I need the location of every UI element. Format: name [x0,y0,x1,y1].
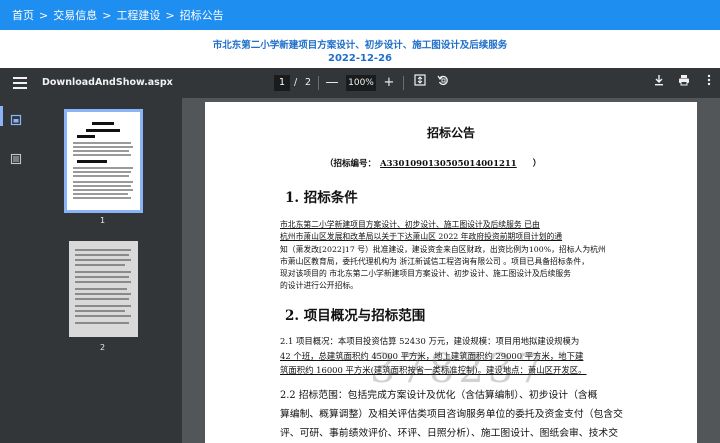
tender-number-value: A3301090130505014001211 [380,159,517,169]
thumb-line [73,142,131,144]
breadcrumb-separator: > [39,8,49,22]
thumb-line [73,175,129,177]
thumb-line [92,122,114,125]
thumb-line [73,197,131,199]
breadcrumb-separator: > [102,8,112,22]
download-icon[interactable] [650,73,668,93]
thumb-line [73,171,131,173]
page-thumbnail-2[interactable] [69,241,138,337]
page-thumbnail-1[interactable] [64,109,143,213]
thumb-line [73,181,133,183]
text-line: 评、可研、事前绩效评价、环评、日照分析）、施工图设计、图纸会审、技术交 [280,428,618,439]
tender-number-suffix: ） [532,159,542,169]
notice-title: 市北东第二小学新建项目方案设计、初步设计、施工图设计及后续服务 [212,40,508,51]
thumb-line [75,310,125,312]
toolbar-divider [403,76,404,90]
thumb-line [77,135,95,138]
thumb-line [77,160,107,163]
thumb-line [73,193,128,195]
page-watermark: 378237 [370,346,547,392]
notice-date: 2022-12-26 [328,53,392,64]
thumb-line [75,322,129,324]
thumb-line [73,167,133,169]
more-vert-icon[interactable] [700,73,718,93]
print-icon[interactable] [675,73,693,93]
thumb-line [75,288,127,290]
pdf-sidebar [0,98,32,443]
notice-header: 市北东第二小学新建项目方案设计、初步设计、施工图设计及后续服务 2022-12-… [0,30,720,66]
thumb-line [75,271,131,273]
pdf-page: 招标公告 （招标编号： A3301090130505014001211 ） 1. 招… [205,102,697,443]
toolbar-divider [318,76,319,90]
sidebar-active-indicator [0,106,3,126]
tender-number: （招标编号： A3301090130505014001211 ） [325,157,541,169]
breadcrumb-construction[interactable]: 工程建设 [116,7,160,23]
thumbnail-pane: 1 2 [32,98,182,443]
breadcrumb-bar: 首页 > 交易信息 > 工程建设 > 招标公告 [0,0,720,30]
text-line: 算编制、概算调整）及相关评估类项目咨询服务单位的委托及资金支付（包含交 [280,409,623,420]
thumb-line [75,276,129,278]
breadcrumb-home[interactable]: 首页 [12,7,34,23]
section-1-body: 市北东第二小学新建项目方案设计、初步设计、施工图设计及后续服务 已由 杭州市萧山… [280,219,640,293]
thumb-line [75,259,131,261]
zoom-out-button[interactable]: — [323,73,341,93]
pdf-toolbar: DownloadAndShow.aspx 1 / 2 — 100% + [0,68,720,98]
pdf-filename: DownloadAndShow.aspx [42,77,173,88]
thumb-line [73,189,133,191]
fit-page-icon[interactable] [411,73,429,93]
thumb-line [73,150,129,152]
page-number-input[interactable]: 1 [274,75,290,91]
thumbnail-label-2: 2 [100,343,106,352]
text-line: 现对该项目的 市北东第二小学新建项目方案设计、初步设计、施工图设计及后续服务 [280,269,571,279]
rotate-icon[interactable] [434,73,452,93]
section-heading-1: 1. 招标条件 [285,190,358,206]
thumbnails-icon[interactable] [10,111,22,126]
thumb-line [75,305,131,307]
text-line: 知（萧发改[2022]17 号）批准建设，建设资金来自区财政，出资比例为100%… [280,244,606,254]
thumb-line [75,281,131,283]
zoom-level-input[interactable]: 100% [346,75,376,91]
breadcrumb-trade-info[interactable]: 交易信息 [53,7,97,23]
outline-icon[interactable] [10,150,22,165]
thumb-line [75,298,129,300]
zoom-in-button[interactable]: + [380,73,398,93]
text-line: 市北东第二小学新建项目方案设计、初步设计、施工图设计及后续服务 已由 [280,220,540,229]
menu-icon[interactable] [13,75,27,89]
thumbnail-label-1: 1 [100,216,106,225]
text-line: 市萧山区教育局，委托代理机构为 浙江新诚信工程咨询有限公司 。项目已具备招标条件… [280,256,590,266]
text-line: 杭州市萧山区发展和改革局以关于下达萧山区 2022 年政府投资前期项目计划的通 [280,232,563,242]
tender-number-prefix: （招标编号： [325,159,377,169]
thumb-line [75,293,131,295]
thumb-line [75,315,131,317]
section-heading-2: 2. 项目概况与招标范围 [285,308,426,324]
breadcrumb-separator: > [165,8,175,22]
thumb-line [73,146,133,148]
breadcrumb-tender-notice[interactable]: 招标公告 [180,7,224,23]
thumb-line [86,129,120,132]
text-line: 的设计进行公开招标。 [280,281,358,291]
document-title: 招标公告 [426,126,475,140]
pdf-viewer: DownloadAndShow.aspx 1 / 2 — 100% + 1 2 … [0,68,720,443]
thumb-line [75,264,125,266]
thumb-line [75,254,129,256]
thumb-line [73,154,131,156]
page-separator: / [294,77,298,88]
section-2-2-body: 2.2 招标范围：包括完成方案设计及优化（含估算编制）、初步设计（含概 算编制、… [280,386,640,443]
thumb-line [73,185,131,187]
page-total: 2 [305,77,312,88]
thumb-line [75,249,131,251]
